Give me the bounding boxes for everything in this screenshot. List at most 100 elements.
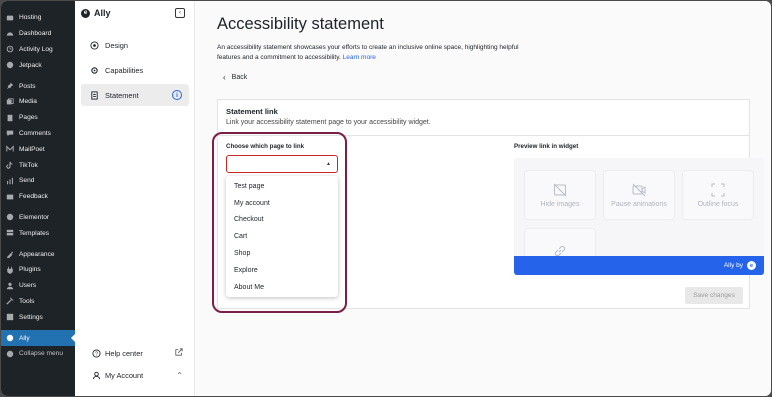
dropdown-option[interactable]: About Me <box>226 279 338 296</box>
chevron-left-icon: ‹ <box>223 73 226 82</box>
wp-menu-ally[interactable]: Ally <box>1 330 75 346</box>
ally-widget-bar: Ally by e <box>514 256 764 275</box>
dropdown-option[interactable]: Test page <box>226 178 338 195</box>
wp-menu-elementor[interactable]: Elementor <box>1 210 75 226</box>
ally-title: Ally <box>94 8 111 18</box>
dropdown-option[interactable]: Shop <box>226 245 338 262</box>
wp-menu-users[interactable]: Users <box>1 278 75 294</box>
pause-animations-icon <box>632 183 646 197</box>
wp-menu-plugins[interactable]: Plugins <box>1 262 75 278</box>
card-title: Statement link <box>226 107 278 116</box>
wp-menu-label: Pages <box>19 114 38 122</box>
page-select[interactable]: ▲ <box>226 155 338 173</box>
wp-menu-comments[interactable]: Comments <box>1 126 75 142</box>
wp-menu-label: Feedback <box>19 193 48 201</box>
wp-menu-collapse[interactable]: Collapse menu <box>1 346 75 362</box>
nav-capabilities[interactable]: Capabilities <box>81 59 189 81</box>
pages-icon <box>5 113 14 122</box>
back-label: Back <box>231 74 248 81</box>
wp-menu-templates[interactable]: Templates <box>1 225 75 241</box>
ally-icon <box>5 334 14 343</box>
page-title: Accessibility statement <box>217 15 384 33</box>
nav-label: Design <box>105 40 129 50</box>
nav-label: Statement <box>105 90 139 100</box>
card-subtitle: Link your accessibility statement page t… <box>226 119 431 126</box>
wp-menu-label: Send <box>19 177 35 185</box>
dropdown-option[interactable]: Checkout <box>226 212 338 229</box>
wp-menu-label: Appearance <box>19 250 55 258</box>
wp-menu-label: Media <box>19 98 37 106</box>
settings-icon <box>5 313 14 322</box>
dropdown-option[interactable]: Cart <box>226 228 338 245</box>
preview-label: Preview link in widget <box>514 143 579 150</box>
statement-link-card: Statement link Link your accessibility s… <box>217 99 764 309</box>
page-select-dropdown: Test page My account Checkout Cart Shop … <box>226 176 338 297</box>
nav-statement[interactable]: Statement i <box>81 84 189 106</box>
svg-text:?: ? <box>95 351 98 357</box>
wp-menu-activity-log[interactable]: Activity Log <box>1 42 75 58</box>
wp-menu-dashboard[interactable]: Dashboard <box>1 26 75 42</box>
wp-menu-pages[interactable]: Pages <box>1 110 75 126</box>
gear-icon <box>89 65 99 75</box>
wp-menu-media[interactable]: Media <box>1 94 75 110</box>
tiktok-icon <box>5 161 14 170</box>
widget-preview: Hide images Pause animations Outline foc… <box>514 158 764 275</box>
tile-label: Outline focus <box>697 200 739 208</box>
wp-menu-send[interactable]: Send <box>1 173 75 189</box>
wp-menu-mailpoet[interactable]: MailPoet <box>1 141 75 157</box>
wp-menu-settings[interactable]: Settings <box>1 309 75 325</box>
elementor-icon <box>5 213 14 222</box>
wp-menu-label: Templates <box>19 229 50 237</box>
comments-icon <box>5 129 14 138</box>
ally-sidebar: e Ally ‹ Design Capabilities Statement i… <box>75 1 195 396</box>
wp-menu-appearance[interactable]: Appearance <box>1 246 75 262</box>
wp-menu-label: MailPoet <box>19 145 45 153</box>
save-changes-button[interactable]: Save changes <box>685 287 743 304</box>
wp-menu-label: Users <box>19 282 37 290</box>
nav-label: Capabilities <box>105 65 144 75</box>
wp-menu-label: Posts <box>19 82 36 90</box>
templates-icon <box>5 229 14 238</box>
wp-menu-label: Settings <box>19 313 43 321</box>
wp-menu-label: Elementor <box>19 213 50 221</box>
document-icon <box>89 90 99 100</box>
ally-bar-text: Ally by <box>723 262 743 269</box>
plugins-icon <box>5 265 14 274</box>
page-description: An accessibility statement showcases you… <box>217 43 537 62</box>
help-icon: ? <box>91 348 101 358</box>
hosting-icon <box>5 13 14 22</box>
user-icon <box>91 370 101 380</box>
wp-menu-jetpack[interactable]: Jetpack <box>1 57 75 73</box>
wp-menu-hosting[interactable]: Hosting <box>1 10 75 26</box>
mailpoet-icon <box>5 145 14 154</box>
appearance-icon <box>5 250 14 259</box>
info-icon[interactable]: i <box>172 90 182 100</box>
tools-icon <box>5 297 14 306</box>
help-center-link[interactable]: ? Help center <box>91 348 183 358</box>
card-header: Statement link Link your accessibility s… <box>218 100 749 136</box>
dropdown-option[interactable]: Explore <box>226 262 338 279</box>
nav-design[interactable]: Design <box>81 34 189 56</box>
learn-more-link[interactable]: Learn more <box>343 54 376 61</box>
my-account-menu[interactable]: My Account ⌃ <box>91 370 183 380</box>
dropdown-option[interactable]: My account <box>226 195 338 212</box>
wp-menu-label: Hosting <box>19 14 42 22</box>
wp-menu-tiktok[interactable]: TikTok <box>1 157 75 173</box>
wp-menu-tools[interactable]: Tools <box>1 294 75 310</box>
wp-menu-label: Dashboard <box>19 30 52 38</box>
collapse-sidebar-button[interactable]: ‹ <box>175 8 185 18</box>
wp-menu-feedback[interactable]: Feedback <box>1 189 75 205</box>
users-icon <box>5 281 14 290</box>
wp-menu-posts[interactable]: Posts <box>1 78 75 94</box>
help-center-label: Help center <box>105 348 143 358</box>
wp-admin-menu: Hosting Dashboard Activity Log Jetpack P… <box>1 1 75 396</box>
outline-focus-icon <box>711 183 725 197</box>
elementor-logo-icon: e <box>747 261 756 270</box>
wp-menu-label: Activity Log <box>19 45 53 53</box>
activity-log-icon <box>5 45 14 54</box>
back-button[interactable]: ‹ Back <box>223 73 247 82</box>
ally-logo-icon: e <box>81 8 90 18</box>
pin-icon <box>5 82 14 91</box>
tile-hide-images: Hide images <box>524 170 596 220</box>
jetpack-icon <box>5 61 14 70</box>
